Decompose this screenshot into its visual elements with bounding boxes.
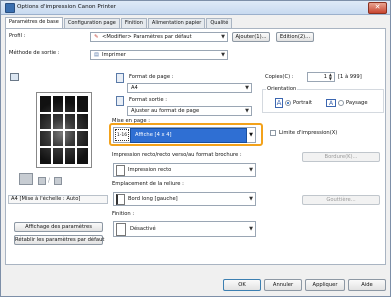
page-size-icon [116,73,124,83]
help-button[interactable]: Aide [348,279,386,291]
chevron-down-icon: ▼ [249,196,253,202]
output-size-icon [116,96,124,106]
profile-value: <Modifier> Paramètres par défaut [102,34,192,40]
gutter-button[interactable]: Gouttière... [302,195,380,205]
finishing-value: Désactivé [130,226,156,232]
layout-preview [36,92,92,168]
tab-paper-source[interactable]: Alimentation papier [147,18,206,28]
staple-icon [54,177,62,185]
copies-range: [1 à 999] [338,74,362,80]
output-size-value: Ajuster au format de page [131,108,200,114]
preview-caption: A4 [Mise à l'échelle : Auto] [8,195,108,204]
close-button[interactable]: ✕ [368,2,387,14]
portrait-radio[interactable] [285,100,291,106]
output-method-label: Méthode de sortie : [9,50,60,56]
poster-preview-image [40,96,88,164]
binding-left-icon [116,194,125,205]
output-method-select[interactable]: ▤ Imprimer ▼ [90,50,228,60]
printer-app-icon [5,3,15,13]
slash-icon: / [48,177,51,184]
output-method-value: Imprimer [102,52,126,58]
profile-label: Profil : [9,33,26,39]
orientation-label: Orientation [266,86,298,92]
landscape-icon: A [326,99,336,107]
page-layout-value: Affiche [4 x 4] [130,128,247,143]
tab-basic-settings[interactable]: Paramètres de base [5,17,63,28]
copies-label: Copies(C) : [265,74,294,80]
portrait-label: Portrait [293,100,313,106]
chevron-down-icon: ▼ [245,85,249,91]
output-size-label: Format sortie : [129,97,168,103]
copies-stack-icon [19,173,33,185]
chevron-down-icon: ▼ [221,52,225,58]
chevron-down-icon: ▼ [245,108,249,114]
landscape-label: Paysage [346,100,368,106]
ok-button[interactable]: OK [223,279,261,291]
border-label: Limite d'impression(X) [279,130,338,136]
preview-toggle-icon[interactable] [10,73,19,81]
finishing-off-icon [116,223,126,236]
page-size-select[interactable]: A4 ▼ [127,83,252,93]
tab-finishing[interactable]: Finition [120,18,147,28]
show-settings-button[interactable]: Affichage des paramètres [14,222,103,232]
chevron-down-icon: ▼ [249,132,253,138]
page-layout-select[interactable]: 1-16 Affiche [4 x 4] ▼ [113,127,256,143]
profile-select[interactable]: ✎ <Modifier> Paramètres par défaut ▼ [90,32,228,42]
binding-select[interactable]: Bord long [gauche] ▼ [113,192,256,206]
cancel-button[interactable]: Annuler [264,279,302,291]
chevron-down-icon: ▼ [221,34,225,40]
page-size-value: A4 [131,85,138,91]
copies-stepper[interactable]: 1 ▲ ▼ [307,72,335,82]
pencil-icon: ✎ [94,34,99,40]
border-checkbox[interactable] [270,130,276,136]
binding-value: Bord long [gauche] [128,196,178,202]
apply-button[interactable]: Appliquer [305,279,345,291]
edit-profile-button[interactable]: Edition(2)... [276,32,314,42]
tab-page-setup[interactable]: Configuration page [63,18,120,28]
finishing-select[interactable]: Désactivé ▼ [113,221,256,237]
basic-settings-panel: Profil : ✎ <Modifier> Paramètres par défa… [5,28,386,265]
copies-value: 1 [323,74,327,80]
binding-label: Emplacement de la reliure : [112,181,184,187]
poster-grid-icon: 1-16 [115,129,129,141]
page-size-label: Format de page : [129,74,174,80]
duplex-icon [38,177,46,185]
printing-preferences-window: Options d'impression Canon Printer ✕ Par… [0,0,391,297]
tab-bar: Paramètres de base Configuration page Fi… [5,17,233,28]
output-size-select[interactable]: Ajuster au format de page ▼ [127,106,252,116]
duplex-value: Impression recto [128,167,172,173]
chevron-down-icon: ▼ [249,226,253,232]
add-profile-button[interactable]: Ajouter(1)... [232,32,270,42]
window-title: Options d'impression Canon Printer [17,4,116,10]
single-side-icon [116,165,125,176]
spin-arrows-icon[interactable]: ▲ ▼ [329,73,332,81]
portrait-icon: A [275,98,283,108]
duplex-select[interactable]: Impression recto ▼ [113,163,256,177]
landscape-radio[interactable] [338,100,344,106]
orientation-group: Orientation A Portrait A Paysage [262,86,384,113]
chevron-down-icon: ▼ [249,167,253,173]
border-button[interactable]: Bordure(K)... [302,152,380,162]
printer-icon: ▤ [94,52,99,58]
restore-defaults-button[interactable]: Rétablir les paramètres par défaut [14,235,104,245]
tab-quality[interactable]: Qualité [206,18,233,28]
duplex-label: Impression recto/recto verso/au format b… [112,152,242,158]
finishing-label: Finition : [112,211,135,217]
title-bar: Options d'impression Canon Printer ✕ [1,1,390,15]
